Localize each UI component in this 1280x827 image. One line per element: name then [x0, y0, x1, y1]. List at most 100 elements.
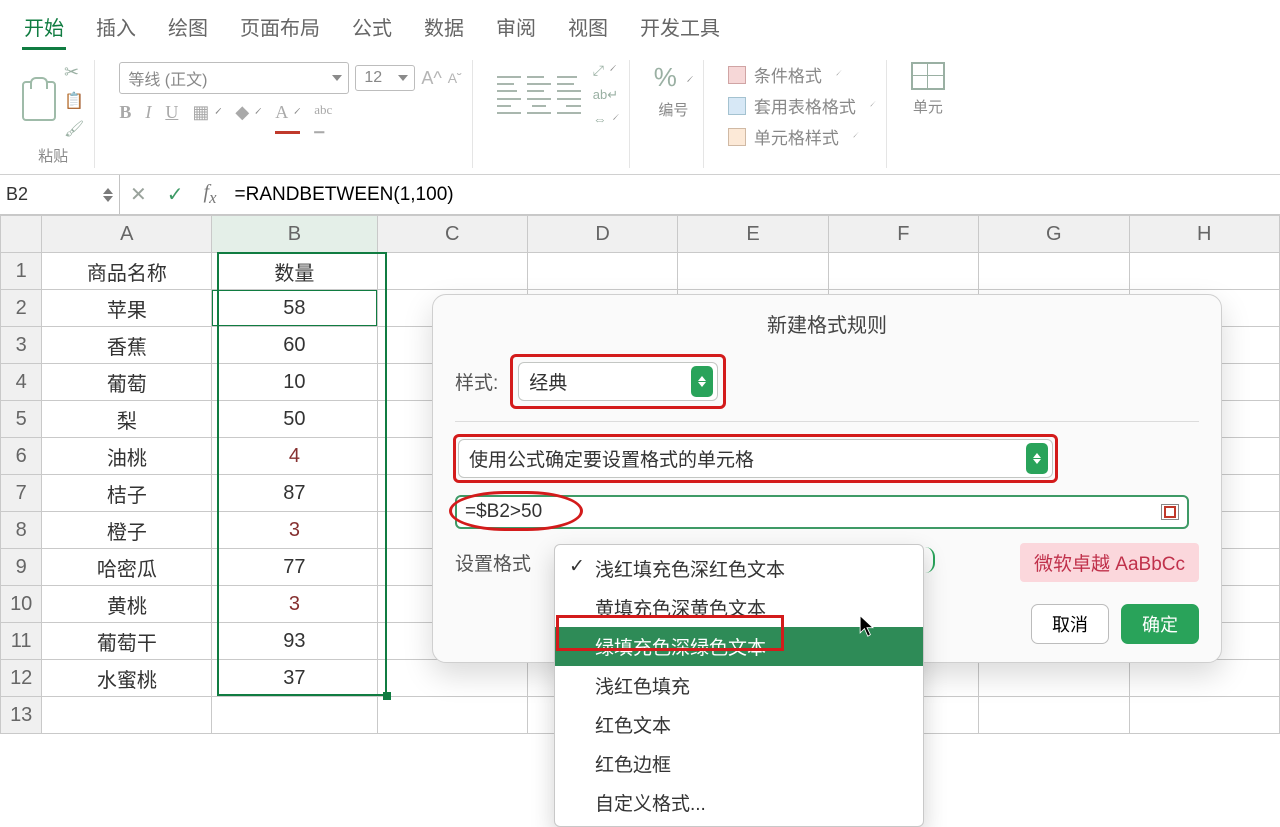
row-header[interactable]: 1 [1, 253, 42, 290]
cell[interactable]: 60 [212, 327, 377, 364]
cell[interactable]: 商品名称 [42, 253, 212, 290]
tab-data[interactable]: 数据 [422, 8, 466, 50]
cell[interactable] [42, 697, 212, 734]
cell[interactable] [527, 253, 677, 290]
row-header[interactable]: 4 [1, 364, 42, 401]
style-select[interactable]: 经典 [518, 362, 718, 401]
align-middle-icon[interactable] [527, 76, 551, 92]
cell[interactable] [678, 253, 828, 290]
cell[interactable]: 水蜜桃 [42, 660, 212, 697]
cell[interactable]: 橙子 [42, 512, 212, 549]
tab-draw[interactable]: 绘图 [166, 8, 210, 50]
row-header[interactable]: 10 [1, 586, 42, 623]
menu-item[interactable]: 绿填充色深绿色文本 [555, 627, 923, 666]
cell[interactable]: 数量 [212, 253, 377, 290]
tab-formulas[interactable]: 公式 [350, 8, 394, 50]
col-header-F[interactable]: F [828, 216, 978, 253]
align-bottom-icon[interactable] [557, 76, 581, 92]
percent-icon[interactable]: % [654, 62, 693, 93]
cell[interactable]: 87 [212, 475, 377, 512]
col-header-G[interactable]: G [979, 216, 1129, 253]
cell[interactable] [1129, 697, 1279, 734]
copy-icon[interactable]: 📋 [64, 91, 84, 111]
menu-item[interactable]: 黄填充色深黄色文本 [555, 588, 923, 627]
tab-layout[interactable]: 页面布局 [238, 8, 322, 50]
cut-icon[interactable]: ✂︎ [64, 62, 84, 83]
fx-icon[interactable]: fx [194, 181, 227, 208]
align-left-icon[interactable] [497, 98, 521, 114]
tab-home[interactable]: 开始 [22, 8, 66, 50]
insert-cells-icon[interactable] [911, 62, 945, 90]
cell[interactable] [828, 253, 978, 290]
rule-formula-input[interactable]: =$B2>50 [455, 495, 1189, 529]
cell[interactable]: 93 [212, 623, 377, 660]
col-header-A[interactable]: A [42, 216, 212, 253]
format-painter-icon[interactable]: 🖌︎ [64, 119, 84, 139]
font-size-select[interactable]: 12 [355, 65, 415, 91]
row-header[interactable]: 13 [1, 697, 42, 734]
menu-item[interactable]: 红色边框 [555, 744, 923, 783]
tab-review[interactable]: 审阅 [494, 8, 538, 50]
accept-formula-icon[interactable]: ✓ [157, 182, 194, 207]
cell[interactable]: 10 [212, 364, 377, 401]
row-header[interactable]: 9 [1, 549, 42, 586]
tab-developer[interactable]: 开发工具 [638, 8, 722, 50]
merge-icon[interactable]: ⇔ [593, 111, 619, 127]
cell[interactable]: 4 [212, 438, 377, 475]
cell[interactable]: 哈密瓜 [42, 549, 212, 586]
cell[interactable] [1129, 660, 1279, 697]
col-header-H[interactable]: H [1129, 216, 1279, 253]
ok-button[interactable]: 确定 [1121, 604, 1199, 644]
cell[interactable] [1129, 253, 1279, 290]
cell[interactable]: 桔子 [42, 475, 212, 512]
cell[interactable]: 葡萄 [42, 364, 212, 401]
row-header[interactable]: 6 [1, 438, 42, 475]
cell[interactable] [979, 253, 1129, 290]
decrease-font-icon[interactable]: A˘ [448, 70, 462, 86]
cell[interactable]: 香蕉 [42, 327, 212, 364]
select-all-corner[interactable] [1, 216, 42, 253]
cell[interactable]: 黄桃 [42, 586, 212, 623]
row-header[interactable]: 7 [1, 475, 42, 512]
cell[interactable] [979, 697, 1129, 734]
col-header-D[interactable]: D [527, 216, 677, 253]
paste-icon[interactable] [22, 81, 56, 121]
col-header-C[interactable]: C [377, 216, 527, 253]
cell[interactable]: 苹果 [42, 290, 212, 327]
cell[interactable]: 3 [212, 512, 377, 549]
row-header[interactable]: 8 [1, 512, 42, 549]
cancel-formula-icon[interactable]: ✕ [120, 182, 157, 207]
menu-item[interactable]: 浅红填充色深红色文本 [555, 549, 923, 588]
table-format-button[interactable]: 套用表格格式 [728, 93, 876, 118]
formula-input[interactable] [227, 182, 1280, 208]
cell[interactable]: 77 [212, 549, 377, 586]
tab-view[interactable]: 视图 [566, 8, 610, 50]
cell[interactable] [979, 660, 1129, 697]
col-header-B[interactable]: B [212, 216, 377, 253]
cell[interactable] [377, 660, 527, 697]
row-header[interactable]: 12 [1, 660, 42, 697]
font-color-button[interactable]: A [275, 102, 300, 134]
wrap-text-icon[interactable]: ab↵ [593, 87, 619, 103]
font-name-select[interactable]: 等线 (正文) [119, 62, 349, 94]
align-center-icon[interactable] [527, 98, 551, 114]
menu-item[interactable]: 自定义格式... [555, 783, 923, 822]
row-header[interactable]: 2 [1, 290, 42, 327]
name-box[interactable]: B2 [0, 175, 120, 214]
fill-color-button[interactable]: ◆ [235, 102, 261, 134]
increase-font-icon[interactable]: A^ [421, 68, 441, 89]
cell[interactable]: 58 [212, 290, 377, 327]
row-header[interactable]: 3 [1, 327, 42, 364]
cell[interactable] [377, 253, 527, 290]
range-picker-icon[interactable] [1161, 504, 1179, 520]
underline-button[interactable]: U [165, 102, 178, 134]
tab-insert[interactable]: 插入 [94, 8, 138, 50]
phonetic-button[interactable]: abc▁ [314, 102, 332, 134]
align-top-icon[interactable] [497, 76, 521, 92]
col-header-E[interactable]: E [678, 216, 828, 253]
italic-button[interactable]: I [145, 102, 151, 134]
cell[interactable]: 37 [212, 660, 377, 697]
cell[interactable]: 3 [212, 586, 377, 623]
menu-item[interactable]: 浅红色填充 [555, 666, 923, 705]
row-header[interactable]: 5 [1, 401, 42, 438]
